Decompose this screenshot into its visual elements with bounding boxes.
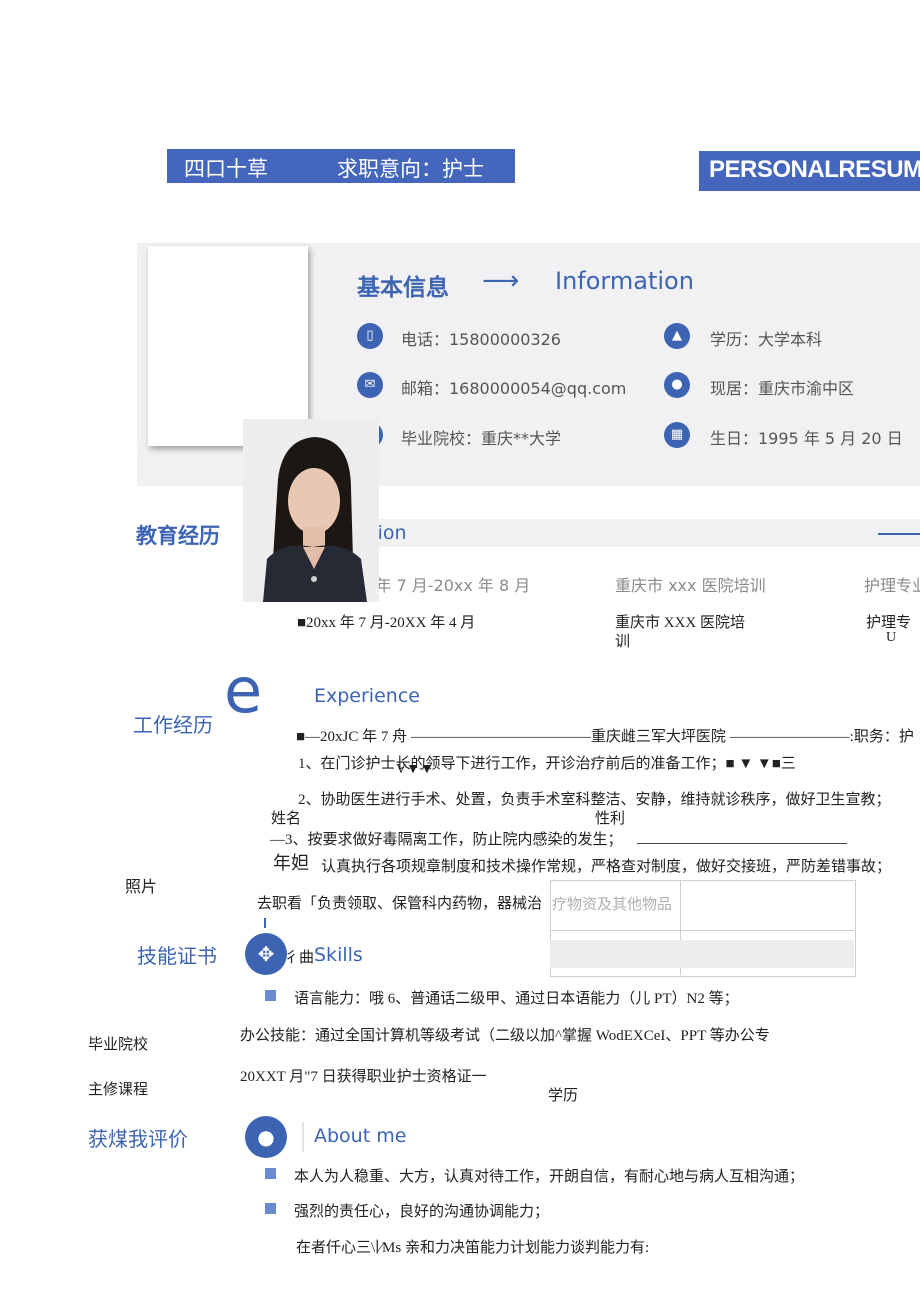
about-title-en: About me — [314, 1125, 407, 1147]
portrait-photo — [243, 419, 379, 602]
email-text: 邮箱：1680000054@qq.com — [401, 379, 627, 398]
phone-text: 电话：15800000326 — [401, 330, 561, 349]
work-title-cn: 工作经历 — [133, 713, 213, 737]
label-course: 主修课程 — [88, 1082, 149, 1098]
calendar-icon: ▦ — [664, 422, 690, 448]
location-icon: ● — [664, 372, 690, 398]
skills-language: 语言能力：哦 6、普通话二级甲、通过日本语能力（儿 PT）N2 等； — [294, 991, 739, 1007]
graduation-cap-icon: ▲ — [664, 323, 690, 349]
skills-prefix: 彳曲 — [284, 950, 315, 966]
education-row2-place: 重庆市 XXX 医院培 — [615, 615, 745, 631]
work-big-e-icon: e — [224, 654, 263, 727]
bg-table-band — [550, 940, 854, 968]
skills-tick — [264, 918, 266, 928]
resume-title: PERSONALRESUMI — [709, 156, 920, 183]
education-row2-major: 护理专 — [866, 615, 912, 631]
about-item-1: 本人为人稳重、大方，认真对待工作，开朗自信，有耐心地与病人互相沟通； — [294, 1169, 805, 1185]
bg-table-hline — [550, 930, 854, 931]
info-title-en: Information — [555, 267, 694, 295]
phone-icon: ▯ — [357, 323, 383, 349]
work-title-en: Experience — [314, 685, 420, 707]
work-item-4: 认真执行各项规章制度和技术操作常规，严格查对制度，做好交接班，严防差错事故； — [321, 859, 892, 875]
skills-title-en: Skills — [314, 944, 363, 966]
education-row2-date: ■20xx 年 7 月-20XX 年 4 月 — [297, 615, 476, 631]
education-row2-major-cont: U — [886, 630, 897, 645]
bullet-icon — [265, 1203, 276, 1214]
puzzle-icon: ✥ — [245, 933, 287, 975]
skills-cert: 20XXT 月"7 日获得职业护士资格证一 — [240, 1069, 487, 1085]
info-title-cn: 基本信息 — [357, 275, 449, 301]
label-gender: 性利 — [595, 811, 626, 827]
work-item-5: 去职看「负责领取、保管科内药物，器械治 — [257, 896, 543, 912]
skills-office: 办公技能：通过全国计算机等级考试（二级以加^掌握 WodEXCeI、PPT 等办… — [240, 1028, 770, 1044]
skills-title-cn: 技能证书 — [137, 944, 217, 968]
label-school: 毕业院校 — [88, 1037, 149, 1053]
header-right-bar: PERSONALRESUMI — [699, 151, 920, 191]
school-text: 毕业院校：重庆**大学 — [401, 429, 562, 448]
work-item-1: 1、在门诊护士长的领导下进行工作，开诊治疗前后的准备工作；■ ▼ ▼■三 — [298, 756, 796, 772]
about-item-2: 强烈的责任心，良好的沟通协调能力； — [294, 1204, 550, 1220]
work-line-head: ■—20xJC 年 7 舟 ————————————重庆雌三军大坪医院 ————… — [296, 729, 914, 745]
birthday-text: 生日：1995 年 5 月 20 日 — [710, 429, 903, 448]
about-icon-divider — [302, 1122, 304, 1152]
work-item-3-underline — [637, 843, 847, 844]
education-bar-line — [878, 533, 920, 535]
bullet-icon — [265, 1168, 276, 1179]
header-intent: 求职意向：护士 — [337, 157, 484, 181]
work-item-1-marks: V▼▼ — [396, 762, 434, 777]
residence-text: 现居：重庆市渝中区 — [710, 379, 855, 398]
bullet-icon — [265, 990, 276, 1001]
label-age: 年妲 — [273, 853, 309, 873]
about-title-cn: 获煤我评价 — [88, 1127, 188, 1151]
work-item-2: 2、协助医生进行手术、处置，负责手术室科整洁、安静，维持就诊秩序，做好卫生宣教； — [298, 792, 891, 808]
education-title-cn: 教育经历 — [136, 524, 220, 548]
info-arrow: ⟶ — [482, 266, 520, 296]
header-name: 四口十草 — [184, 157, 268, 181]
education-row1-place: 重庆市 xxx 医院培训 — [615, 576, 766, 595]
work-item-5-tail: 疗物资及其他物品 — [552, 897, 673, 913]
user-icon: ● — [245, 1116, 287, 1158]
label-name: 姓名 — [271, 811, 302, 827]
mail-icon: ✉ — [357, 372, 383, 398]
degree-text: 学历：大学本科 — [710, 330, 823, 349]
label-degree: 学历 — [548, 1088, 579, 1104]
label-photo: 照片 — [125, 879, 158, 896]
work-item-3: —3、按要求做好毒隔离工作，防止院内感染的发生； — [270, 832, 623, 848]
education-row2-place-cont: 训 — [615, 634, 631, 650]
education-row1-major: 护理专业 — [864, 576, 920, 595]
photo-frame — [148, 246, 308, 446]
about-item-3: 在者仟心三\∣∕Ms 亲和力决笛能力计划能力谈判能力有: — [296, 1240, 650, 1256]
